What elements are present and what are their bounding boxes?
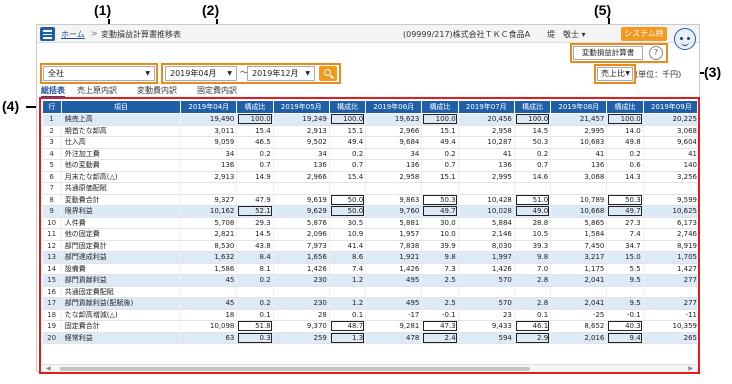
ratio-highlight [594, 64, 636, 84]
top-bar: ホーム > 変動損益計算書推移表 (09999/217)株式会社ＴＫＣ食品A 堤… [37, 25, 699, 52]
company-name: (09999/217)株式会社ＴＫＣ食品A [403, 30, 531, 39]
breadcrumb-home[interactable]: ホーム [61, 29, 85, 40]
callout-1: (1) [94, 2, 112, 18]
tab-sales-cost[interactable]: 売上原内訳 [77, 85, 117, 96]
callout-4: (4) [2, 98, 20, 114]
menu-icon[interactable] [40, 27, 55, 41]
callout-5: (5) [594, 2, 612, 18]
callout-3: (3) [704, 64, 722, 80]
report-button-highlight [570, 43, 668, 63]
table-highlight [39, 97, 700, 374]
avatar-icon[interactable] [674, 28, 696, 50]
breadcrumb-current: 変動損益計算書推移表 [101, 30, 181, 39]
user-menu[interactable]: 堤 敬士 ▾ [547, 29, 586, 40]
callout-2: (2) [202, 2, 220, 18]
tab-variable-cost[interactable]: 変動費内訳 [137, 85, 177, 96]
department-highlight [40, 63, 158, 84]
system-exit-button[interactable]: システム終了 [621, 27, 667, 52]
app-window: ホーム > 変動損益計算書推移表 (09999/217)株式会社ＴＫＣ食品A 堤… [36, 24, 700, 374]
breadcrumb-separator: > [91, 29, 98, 38]
tab-fixed-cost[interactable]: 固定費内訳 [197, 85, 237, 96]
unit-label: (単位：千円) [635, 70, 682, 79]
period-highlight [161, 63, 341, 84]
